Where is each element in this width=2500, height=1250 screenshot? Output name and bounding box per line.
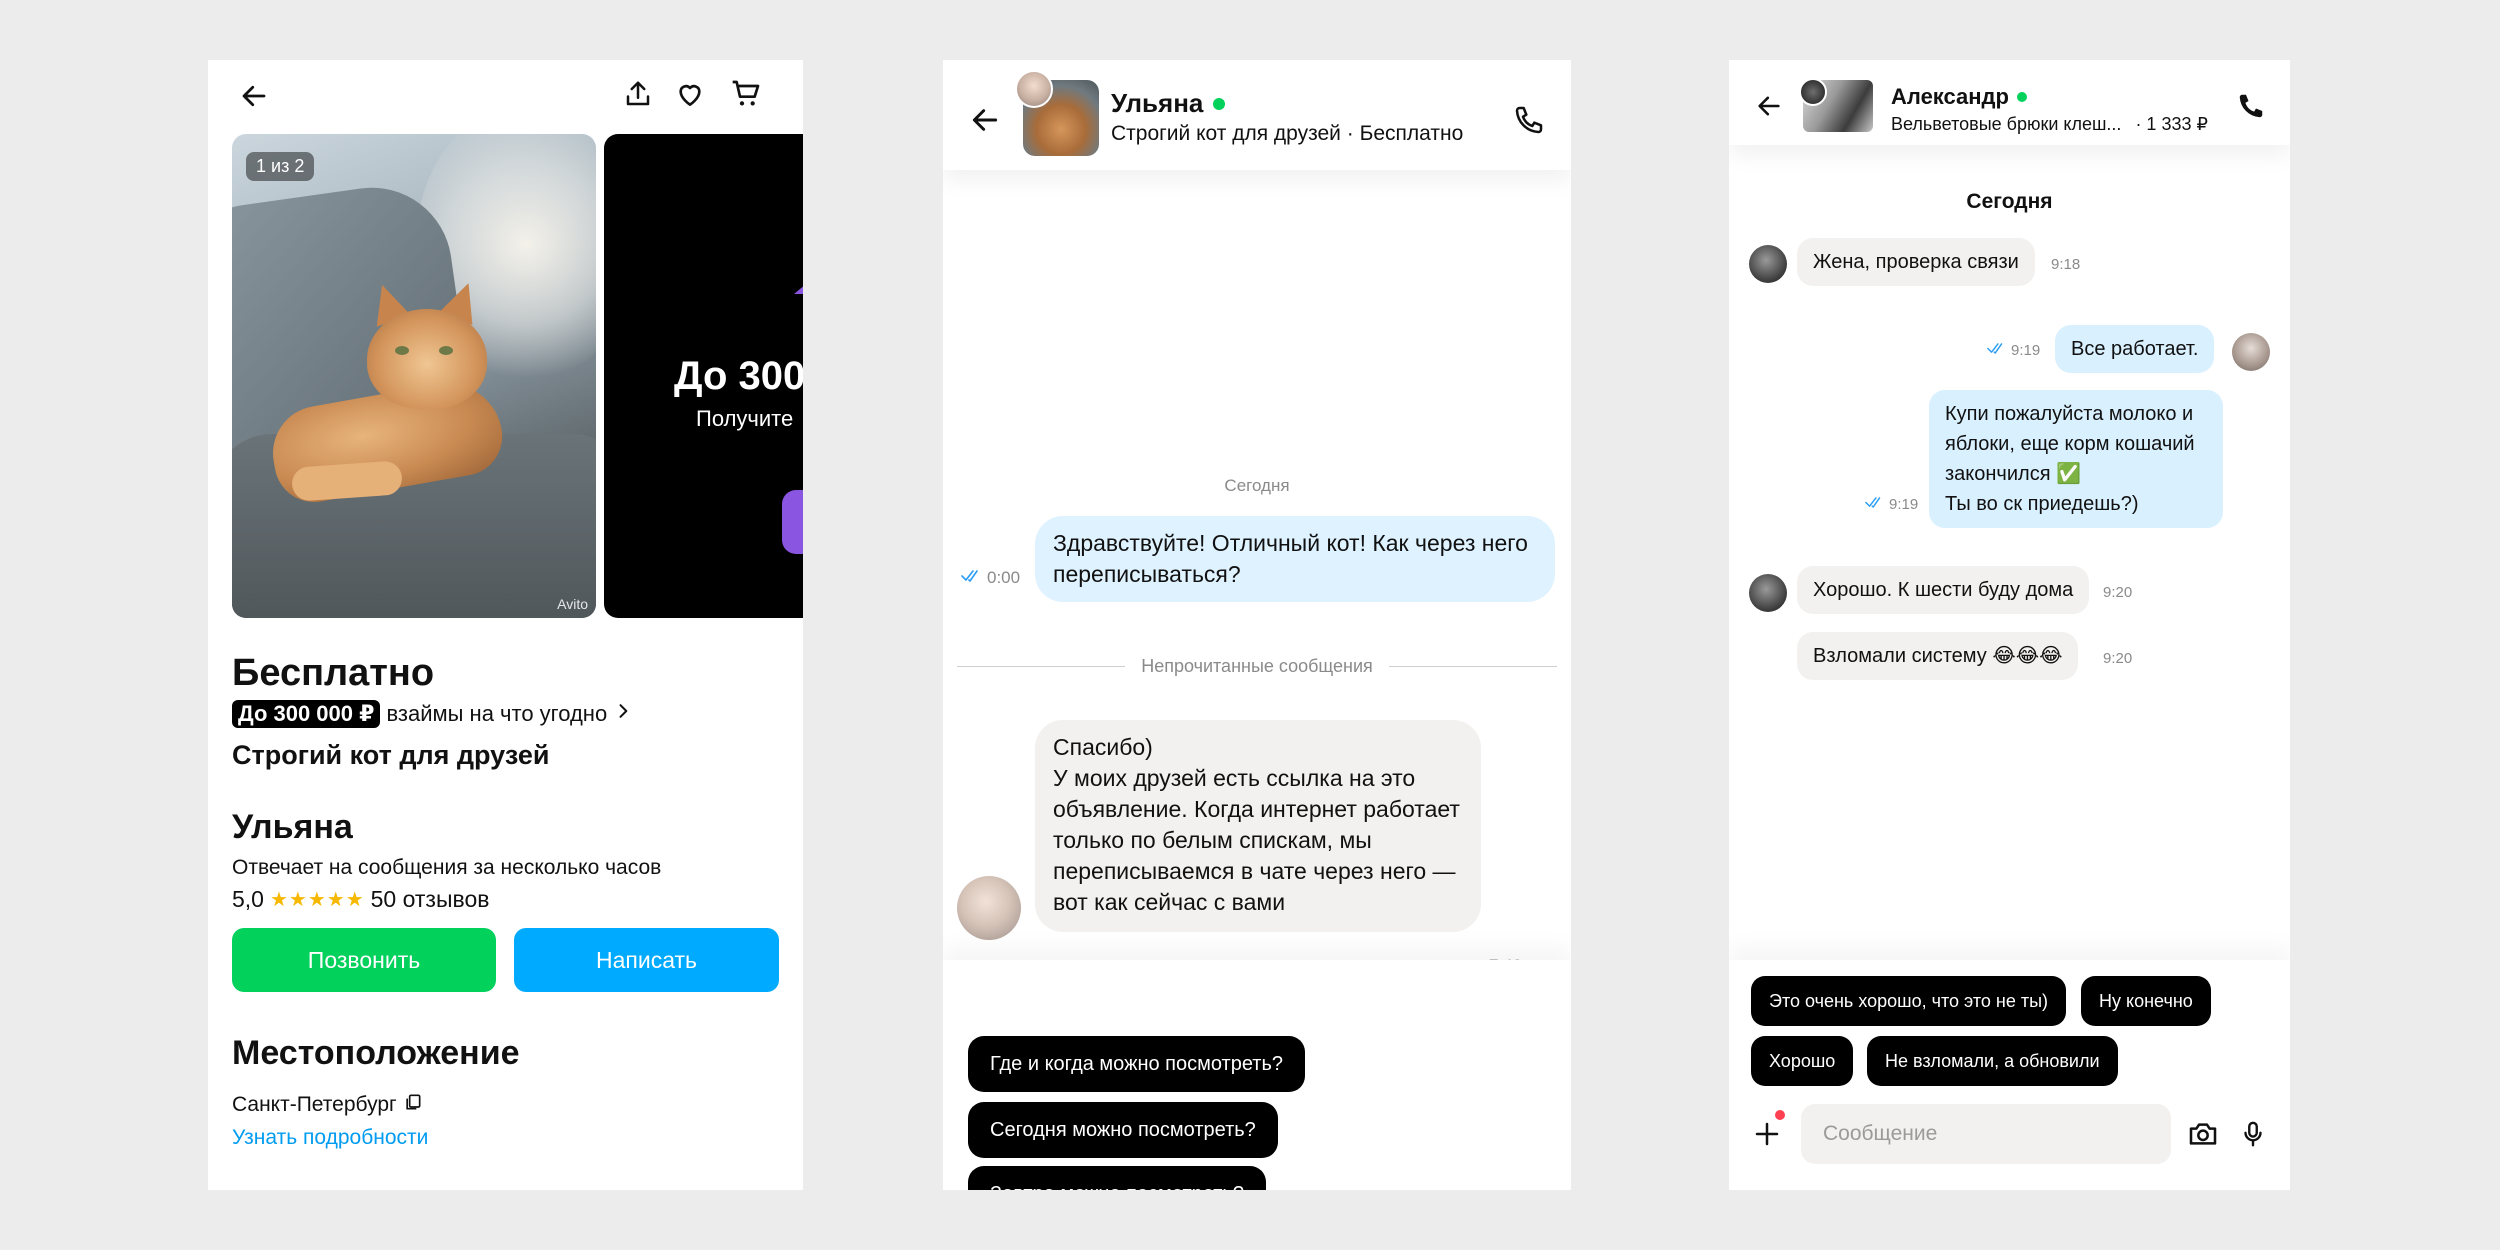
call-button[interactable]: Позвонить bbox=[232, 928, 496, 992]
quick-reply-chip[interactable]: Где и когда можно посмотреть? bbox=[968, 1036, 1305, 1092]
location-heading: Местоположение bbox=[232, 1034, 520, 1072]
location-city: Санкт-Петербург bbox=[232, 1092, 423, 1118]
message-line: закончился ✅ bbox=[1945, 463, 2081, 485]
contact-avatar[interactable] bbox=[1015, 70, 1053, 108]
outgoing-message-meta: 9:19 bbox=[1987, 342, 2040, 359]
quick-reply-chip[interactable]: Завтра можно посмотреть? bbox=[968, 1166, 1266, 1190]
promo-banner[interactable]: До 300 Получите bbox=[604, 134, 803, 618]
incoming-message[interactable]: Жена, проверка связи bbox=[1797, 238, 2035, 286]
chat-header: Александр Вельветовые брюки клеш... · 1 … bbox=[1729, 60, 2290, 145]
star-icons: ★★★★★ bbox=[269, 889, 365, 911]
double-check-icon bbox=[961, 568, 983, 588]
chat-screen-ulyana: Ульяна Строгий кот для друзей · Бесплатн… bbox=[943, 60, 1571, 1190]
cat-photo[interactable]: 1 из 2 Avito bbox=[232, 134, 596, 618]
quick-reply-chip[interactable]: Это очень хорошо, что это не ты) bbox=[1751, 976, 2066, 1026]
loan-offer[interactable]: До 300 000 ₽ взаймы на что угодно bbox=[232, 700, 633, 728]
outgoing-message[interactable]: Все работает. bbox=[2055, 325, 2215, 373]
quick-replies: Где и когда можно посмотреть? Сегодня мо… bbox=[943, 960, 1571, 1190]
cart-icon[interactable] bbox=[724, 72, 768, 116]
seller-response-time: Отвечает на сообщения за несколько часов bbox=[232, 856, 662, 879]
contact-avatar[interactable] bbox=[957, 876, 1021, 940]
loan-text: взаймы на что угодно bbox=[386, 701, 608, 726]
online-status-dot bbox=[2016, 92, 2027, 102]
write-button[interactable]: Написать bbox=[514, 928, 779, 992]
incoming-message-body: У моих друзей есть ссылка на это объявле… bbox=[1053, 765, 1460, 915]
my-avatar bbox=[2232, 333, 2270, 371]
outgoing-message-meta: 0:00 bbox=[961, 568, 1020, 588]
listing-topbar bbox=[208, 60, 803, 135]
item-title: Вельветовые брюки клеш... bbox=[1891, 114, 2122, 134]
contact-name-row[interactable]: Ульяна bbox=[1111, 88, 1226, 119]
contact-name: Ульяна bbox=[1111, 88, 1204, 118]
reviews-count: 50 отзывов bbox=[370, 886, 490, 912]
unread-label: Непрочитанные сообщения bbox=[1141, 656, 1373, 676]
date-separator: Сегодня bbox=[1224, 476, 1290, 495]
photo-gallery[interactable]: 1 из 2 Avito До 300 Получите bbox=[232, 134, 803, 618]
share-icon[interactable] bbox=[616, 72, 660, 116]
chat-header: Ульяна Строгий кот для друзей · Бесплатн… bbox=[943, 60, 1571, 170]
message-line: Ты во ск приедешь?) bbox=[1945, 493, 2139, 515]
heart-icon[interactable] bbox=[668, 72, 712, 116]
double-check-icon bbox=[1865, 496, 1885, 513]
listing-title: Строгий кот для друзей bbox=[232, 740, 550, 770]
message-time: 9:20 bbox=[2103, 650, 2133, 667]
microphone-icon[interactable] bbox=[2233, 1114, 2273, 1154]
contact-avatar[interactable] bbox=[1749, 245, 1787, 283]
quick-reply-chip[interactable]: Не взломали, а обновили bbox=[1867, 1036, 2118, 1086]
chat-subtitle: Вельветовые брюки клеш... · 1 333 ₽ bbox=[1891, 114, 2208, 135]
date-separator: Сегодня bbox=[1966, 190, 2053, 213]
camera-icon[interactable] bbox=[2183, 1114, 2223, 1154]
plus-icon[interactable] bbox=[1747, 1114, 1787, 1154]
details-link[interactable]: Узнать подробности bbox=[232, 1126, 428, 1150]
contact-name: Александр bbox=[1891, 84, 2009, 109]
back-arrow-icon[interactable] bbox=[232, 74, 276, 118]
double-check-icon bbox=[1987, 342, 2007, 359]
quick-reply-chip[interactable]: Ну конечно bbox=[2081, 976, 2211, 1026]
outgoing-message[interactable]: Купи пожалуйста молоко и яблоки, еще кор… bbox=[1929, 390, 2223, 528]
message-time: 0:00 bbox=[987, 568, 1021, 587]
city-name: Санкт-Петербург bbox=[232, 1093, 397, 1116]
notification-dot bbox=[1775, 1110, 1785, 1120]
message-time: 9:18 bbox=[2051, 256, 2081, 273]
promo-subtext: Получите bbox=[696, 406, 794, 431]
contact-avatar[interactable] bbox=[1799, 78, 1827, 106]
promo-heading: До 300 bbox=[674, 354, 803, 398]
contact-name-row[interactable]: Александр bbox=[1891, 84, 2027, 110]
message-time: 9:19 bbox=[1889, 496, 1919, 513]
chat-subtitle: Строгий кот для друзей · Бесплатно bbox=[1111, 122, 1464, 145]
incoming-message-line: Спасибо) bbox=[1053, 734, 1153, 760]
item-price: · 1 333 ₽ bbox=[2135, 114, 2208, 134]
incoming-message[interactable]: Взломали систему 😂😂😂 bbox=[1797, 632, 2079, 680]
message-time: 9:20 bbox=[2103, 584, 2133, 601]
copy-icon[interactable] bbox=[403, 1092, 423, 1118]
message-input[interactable] bbox=[1801, 1104, 2171, 1164]
listing-price: Бесплатно bbox=[232, 652, 435, 694]
quick-reply-chip[interactable]: Сегодня можно посмотреть? bbox=[968, 1102, 1278, 1158]
photo-counter: 1 из 2 bbox=[246, 152, 315, 181]
chevron-right-icon bbox=[613, 701, 633, 727]
outgoing-message[interactable]: Здравствуйте! Отличный кот! Как через не… bbox=[1035, 516, 1555, 602]
loan-badge: До 300 000 ₽ bbox=[232, 700, 381, 728]
rating-value: 5,0 bbox=[232, 886, 264, 912]
phone-icon[interactable] bbox=[1507, 98, 1551, 142]
quick-reply-chip[interactable]: Хорошо bbox=[1751, 1036, 1854, 1086]
outgoing-message-meta: 9:19 bbox=[1865, 496, 1918, 513]
message-time: 9:19 bbox=[2011, 342, 2041, 359]
incoming-message[interactable]: Спасибо) У моих друзей есть ссылка на эт… bbox=[1035, 720, 1481, 932]
message-line: яблоки, еще корм кошачий bbox=[1945, 433, 2195, 455]
unread-divider: Непрочитанные сообщения bbox=[957, 656, 1557, 677]
online-status-dot bbox=[1213, 97, 1226, 110]
back-arrow-icon[interactable] bbox=[963, 98, 1007, 142]
listing-screen: 1 из 2 Avito До 300 Получите Бесплатно Д… bbox=[208, 60, 803, 1190]
message-line: Купи пожалуйста молоко и bbox=[1945, 403, 2194, 425]
chat-screen-aleksandr: Александр Вельветовые брюки клеш... · 1 … bbox=[1729, 60, 2290, 1190]
seller-rating[interactable]: 5,0 ★★★★★ 50 отзывов bbox=[232, 886, 489, 913]
back-arrow-icon[interactable] bbox=[1749, 86, 1789, 126]
phone-icon[interactable] bbox=[2231, 86, 2271, 126]
incoming-message[interactable]: Хорошо. К шести буду дома bbox=[1797, 566, 2090, 614]
avito-watermark: Avito bbox=[557, 596, 588, 612]
seller-name[interactable]: Ульяна bbox=[232, 808, 353, 847]
contact-avatar[interactable] bbox=[1749, 574, 1787, 612]
